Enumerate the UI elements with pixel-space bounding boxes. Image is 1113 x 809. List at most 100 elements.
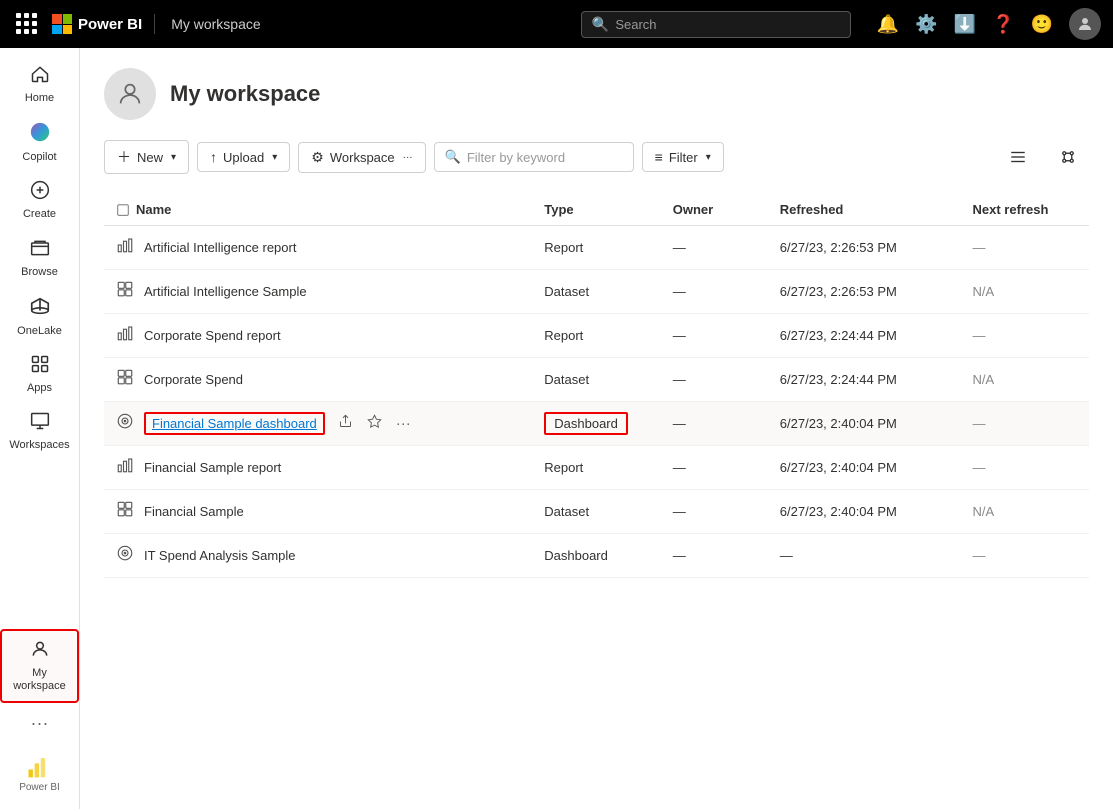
myworkspace-icon: [30, 639, 50, 663]
item-name: Artificial Intelligence Sample: [144, 284, 307, 299]
item-next-refresh: —: [961, 314, 1089, 358]
table-row: Corporate Spend report Report — 6/27/23,…: [104, 314, 1089, 358]
highlighted-name-box: Financial Sample dashboard: [144, 412, 325, 435]
name-cell: Financial Sample report: [116, 456, 520, 479]
item-owner: —: [661, 226, 768, 270]
item-type: Report: [544, 460, 583, 475]
row-type-icon: [116, 412, 134, 435]
workspace-button[interactable]: ⚙ Workspace ···: [298, 142, 425, 173]
name-cell: Artificial Intelligence report: [116, 236, 520, 259]
row-type-icon: [116, 324, 134, 347]
col-header-next-refresh: Next refresh: [961, 194, 1089, 226]
apps-icon: [30, 354, 50, 378]
search-icon: 🔍: [592, 16, 609, 33]
sidebar-item-create[interactable]: Create: [0, 172, 79, 229]
item-type: Dataset: [544, 284, 589, 299]
new-label: New: [137, 150, 163, 165]
microsoft-logo[interactable]: Power BI: [52, 14, 155, 34]
sidebar-browse-label: Browse: [21, 266, 58, 279]
name-cell: Corporate Spend report: [116, 324, 520, 347]
workspace-label: Workspace: [330, 150, 395, 165]
item-next-refresh: —: [961, 534, 1089, 578]
row-type-icon: [116, 280, 134, 303]
nav-icons: 🔔 ⚙️ ⬇️ ❓ 🙂: [877, 8, 1101, 40]
filter-label: Filter: [669, 150, 698, 165]
table-row: IT Spend Analysis Sample Dashboard — — —: [104, 534, 1089, 578]
view-grid-button[interactable]: [1047, 142, 1089, 172]
item-owner: —: [661, 490, 768, 534]
item-owner: —: [661, 270, 768, 314]
sidebar-item-onelake[interactable]: OneLake: [0, 287, 79, 346]
upload-chevron-icon: ▾: [272, 152, 277, 163]
row-inline-actions: ···: [335, 412, 414, 435]
sidebar-more-button[interactable]: ···: [25, 707, 55, 740]
select-all-icon[interactable]: [116, 203, 130, 217]
upload-icon: ↑: [210, 149, 217, 165]
new-button[interactable]: ＋ New ▾: [104, 140, 189, 174]
search-input[interactable]: [615, 17, 840, 32]
item-next-refresh: —: [961, 226, 1089, 270]
table-row: Financial Sample dashboard ··· Dashboard…: [104, 402, 1089, 446]
workspace-table: Name Type Owner Refreshed Next refresh A…: [104, 194, 1089, 578]
sidebar-workspaces-label: Workspaces: [9, 439, 69, 452]
plus-icon: ＋: [117, 147, 131, 167]
filter-input[interactable]: [467, 150, 623, 165]
filter-button[interactable]: ≡ Filter ▾: [642, 142, 724, 172]
sidebar-item-browse[interactable]: Browse: [0, 230, 79, 287]
view-list-button[interactable]: [997, 142, 1039, 172]
table-row: Financial Sample Dataset — 6/27/23, 2:40…: [104, 490, 1089, 534]
sidebar: Home Copilot Create Browse OneLake: [0, 48, 80, 809]
sidebar-item-workspaces[interactable]: Workspaces: [0, 403, 79, 460]
item-refreshed: —: [768, 534, 961, 578]
item-owner: —: [661, 446, 768, 490]
powerbi-logo-icon: [25, 752, 53, 780]
help-icon[interactable]: ❓: [992, 14, 1014, 35]
sidebar-home-label: Home: [25, 92, 54, 105]
powerbi-label: Power BI: [19, 782, 60, 793]
item-next-refresh: N/A: [961, 270, 1089, 314]
notifications-icon[interactable]: 🔔: [877, 14, 899, 35]
sidebar-item-myworkspace[interactable]: My workspace: [0, 629, 79, 703]
table-row: Corporate Spend Dataset — 6/27/23, 2:24:…: [104, 358, 1089, 402]
row-type-icon: [116, 236, 134, 259]
item-next-refresh: N/A: [961, 490, 1089, 534]
avatar[interactable]: [1069, 8, 1101, 40]
share-icon[interactable]: [335, 412, 356, 435]
col-header-name: Name: [104, 194, 532, 226]
sidebar-item-copilot[interactable]: Copilot: [0, 113, 79, 172]
item-name-link[interactable]: Financial Sample dashboard: [152, 416, 317, 431]
item-owner: —: [661, 402, 768, 446]
sidebar-item-home[interactable]: Home: [0, 56, 79, 113]
workspaces-icon: [30, 411, 50, 435]
list-view-icon: [1009, 148, 1027, 166]
item-type: Dashboard: [544, 548, 608, 563]
item-owner: —: [661, 534, 768, 578]
row-type-icon: [116, 368, 134, 391]
feedback-icon[interactable]: 🙂: [1031, 14, 1053, 35]
item-name: Artificial Intelligence report: [144, 240, 296, 255]
item-name: Corporate Spend: [144, 372, 243, 387]
brand-name: Power BI: [78, 16, 142, 33]
item-name: IT Spend Analysis Sample: [144, 548, 296, 563]
search-bar[interactable]: 🔍: [581, 11, 851, 38]
item-refreshed: 6/27/23, 2:40:04 PM: [768, 490, 961, 534]
filter-input-box[interactable]: 🔍: [434, 142, 634, 172]
toolbar: ＋ New ▾ ↑ Upload ▾ ⚙ Workspace ··· 🔍 ≡ F…: [104, 140, 1089, 174]
item-type: Report: [544, 240, 583, 255]
page-title: My workspace: [170, 81, 320, 107]
settings-icon[interactable]: ⚙️: [915, 14, 937, 35]
upload-button[interactable]: ↑ Upload ▾: [197, 142, 290, 172]
favorite-icon[interactable]: [364, 412, 385, 435]
apps-grid-icon[interactable]: [12, 9, 42, 39]
col-header-refreshed: Refreshed: [768, 194, 961, 226]
sidebar-item-apps[interactable]: Apps: [0, 346, 79, 403]
download-icon[interactable]: ⬇️: [954, 14, 976, 35]
sidebar-onelake-label: OneLake: [17, 325, 62, 338]
item-owner: —: [661, 314, 768, 358]
more-options-icon[interactable]: ···: [393, 413, 414, 434]
toolbar-right: [997, 142, 1089, 172]
main-content: My workspace ＋ New ▾ ↑ Upload ▾ ⚙ Worksp…: [80, 48, 1113, 809]
main-layout: Home Copilot Create Browse OneLake: [0, 48, 1113, 809]
item-refreshed: 6/27/23, 2:40:04 PM: [768, 446, 961, 490]
sidebar-powerbi: Power BI: [15, 744, 64, 801]
